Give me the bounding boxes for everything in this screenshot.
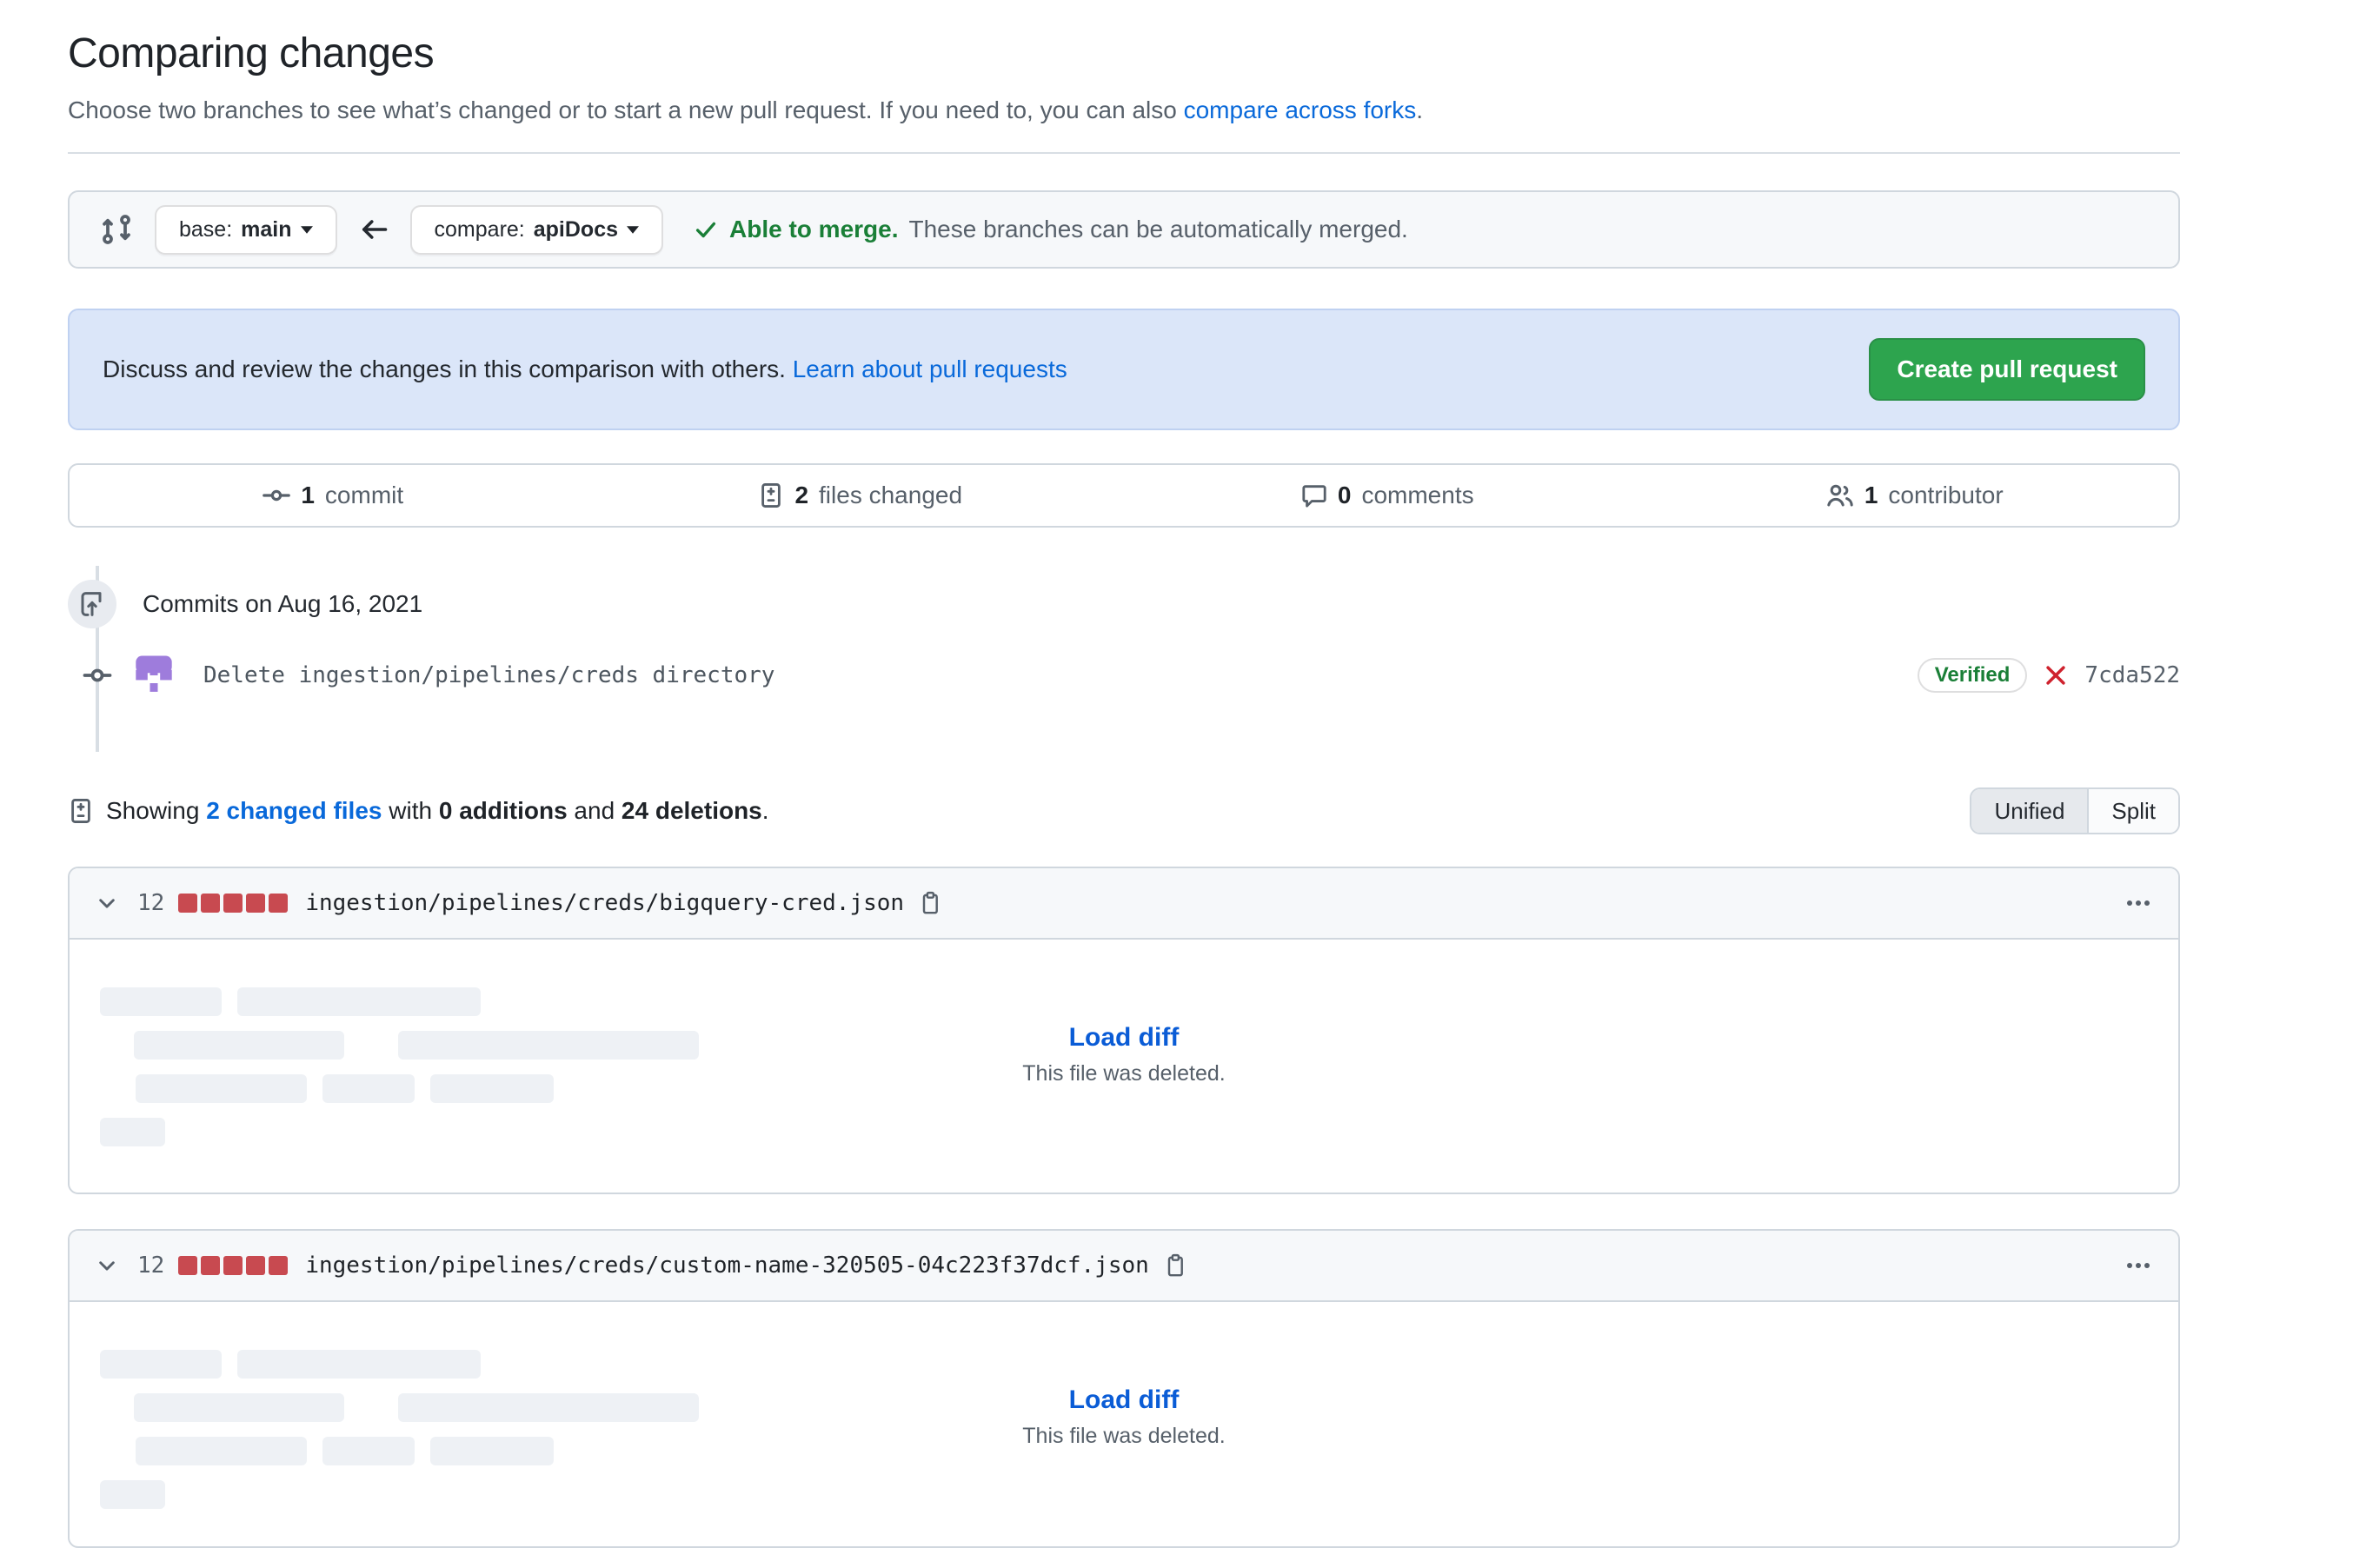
header-divider [68,152,2180,154]
chevron-down-icon[interactable] [96,1254,118,1277]
commit-meta: Verified 7cda522 [1918,658,2180,693]
stat-commits[interactable]: 1 commit [70,465,597,526]
skeleton-bar [100,1480,165,1509]
git-commit-icon [263,482,290,509]
commit-message-link[interactable]: Delete ingestion/pipelines/creds directo… [203,662,774,688]
avatar[interactable] [130,652,177,699]
changed-files-link[interactable]: 2 changed files [206,797,382,824]
additions-count: 0 additions [439,797,568,824]
subtitle-text: Choose two branches to see what’s change… [68,96,1184,123]
file-header: 12 ingestion/pipelines/creds/custom-name… [70,1231,2178,1302]
merge-status: Able to merge. These branches can be aut… [693,216,1408,243]
load-diff-link[interactable]: Load diff [1069,1023,1180,1053]
deletion-blocks [178,1256,288,1275]
copy-path-icon[interactable] [1163,1253,1187,1278]
file-header: 12 ingestion/pipelines/creds/bigquery-cr… [70,868,2178,940]
branch-selector-bar: base: main compare: apiDocs Able t [68,190,2180,269]
load-diff-block: Load diff This file was deleted. [70,1385,2178,1449]
skeleton-bar [237,1350,481,1379]
stat-contributors[interactable]: 1 contributor [1652,465,2179,526]
skeleton-bar [100,1350,222,1379]
files-summary-row: Showing 2 changed files with 0 additions… [68,787,2180,835]
arrow-left-icon [358,214,389,245]
create-pull-request-button[interactable]: Create pull request [1869,338,2145,401]
file-deleted-note: This file was deleted. [1022,1424,1225,1449]
git-compare-icon [99,212,134,247]
check-icon [693,216,719,243]
verified-badge[interactable]: Verified [1918,658,2028,693]
commit-sha-link[interactable]: 7cda522 [2084,662,2180,688]
split-view-button[interactable]: Split [2087,789,2178,833]
skeleton-bar [100,987,222,1016]
comment-icon [1301,482,1327,508]
file-changes-count: 12 [137,890,164,916]
comparing-changes-page: Comparing changes Choose two branches to… [68,0,2180,1548]
files-summary-text: Showing 2 changed files with 0 additions… [68,797,769,825]
skeleton-bar [100,1118,165,1146]
compare-across-forks-link[interactable]: compare across forks [1184,96,1417,123]
commits-timeline: Commits on Aug 16, 2021 [68,561,2180,757]
load-diff-link[interactable]: Load diff [1069,1385,1180,1415]
repo-push-icon [68,580,116,628]
diff-view-toggle: Unified Split [1970,787,2180,834]
file-card-custom-name: 12 ingestion/pipelines/creds/custom-name… [68,1229,2180,1548]
file-diff-placeholder: Load diff This file was deleted. [70,1302,2178,1546]
page-subtitle: Choose two branches to see what’s change… [68,96,2180,124]
pull-request-banner: Discuss and review the changes in this c… [68,309,2180,430]
stat-comments[interactable]: 0 comments [1124,465,1652,526]
file-diff-icon [68,798,94,824]
caret-down-icon [301,226,313,234]
kebab-menu-icon[interactable] [2124,1252,2152,1279]
git-commit-node-icon [80,658,115,693]
banner-text: Discuss and review the changes in this c… [103,355,1067,383]
comparison-stats-bar: 1 commit 2 files changed 0 comments [68,463,2180,528]
skeleton-bar [237,987,481,1016]
unified-view-button[interactable]: Unified [1971,789,2087,833]
copy-path-icon[interactable] [918,891,942,915]
kebab-menu-icon[interactable] [2124,889,2152,917]
deletions-count: 24 deletions [622,797,762,824]
file-path-link[interactable]: ingestion/pipelines/creds/custom-name-32… [305,1252,1149,1279]
page-title: Comparing changes [68,30,2180,77]
file-path-link[interactable]: ingestion/pipelines/creds/bigquery-cred.… [305,890,904,916]
deletion-blocks [178,894,288,913]
file-card-bigquery-cred: 12 ingestion/pipelines/creds/bigquery-cr… [68,867,2180,1194]
caret-down-icon [627,226,639,234]
base-branch-button[interactable]: base: main [155,205,337,255]
file-deleted-note: This file was deleted. [1022,1061,1225,1086]
load-diff-block: Load diff This file was deleted. [70,1023,2178,1086]
learn-about-pull-requests-link[interactable]: Learn about pull requests [793,355,1067,382]
file-changes-count: 12 [137,1252,164,1279]
chevron-down-icon[interactable] [96,892,118,914]
people-icon [1826,482,1854,509]
commits-date-heading: Commits on Aug 16, 2021 [68,580,422,628]
file-diff-icon [758,482,784,508]
compare-branch-button[interactable]: compare: apiDocs [410,205,663,255]
stat-files-changed[interactable]: 2 files changed [597,465,1125,526]
file-diff-placeholder: Load diff This file was deleted. [70,940,2178,1193]
commit-row: Delete ingestion/pipelines/creds directo… [68,648,2180,703]
x-status-icon[interactable] [2044,664,2067,687]
